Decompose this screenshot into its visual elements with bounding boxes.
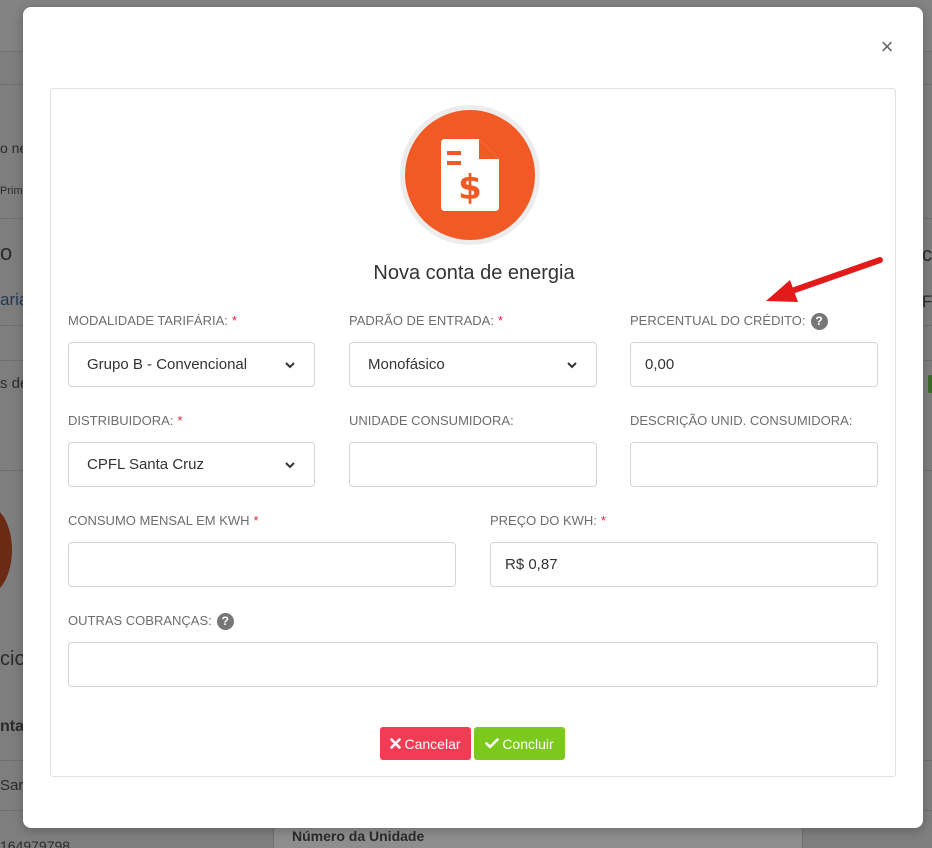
percentual-label-text: PERCENTUAL DO CRÉDITO: (630, 313, 806, 328)
preco-label-text: PREÇO DO KWH: (490, 513, 597, 528)
required-marker: * (177, 413, 183, 428)
outras-label: OUTRAS COBRANÇAS: ? (68, 611, 878, 631)
red-arrow-annotation (766, 257, 883, 302)
padrao-label: PADRÃO DE ENTRADA: * (349, 311, 597, 331)
modalidade-field: MODALIDADE TARIFÁRIA: * Grupo B - Conven… (68, 311, 315, 387)
preco-label: PREÇO DO KWH: * (490, 511, 878, 531)
background-avatar (0, 505, 12, 595)
new-energy-bill-modal: × $ Nova conta de energia MODALIDADE TAR… (23, 7, 923, 828)
distribuidora-field: DISTRIBUIDORA: * CPFL Santa Cruz (68, 411, 315, 487)
required-marker: * (231, 313, 237, 328)
background-text: Sar (0, 777, 24, 794)
preco-value: R$ 0,87 (505, 556, 558, 573)
padrao-label-text: PADRÃO DE ENTRADA: (349, 313, 494, 328)
modalidade-value: Grupo B - Convencional (87, 356, 248, 373)
distribuidora-select[interactable]: CPFL Santa Cruz (68, 442, 315, 487)
background-text: nta (0, 718, 24, 735)
preco-input[interactable]: R$ 0,87 (490, 542, 878, 587)
distribuidora-label-text: DISTRIBUIDORA: (68, 413, 174, 428)
outras-field: OUTRAS COBRANÇAS: ? (68, 611, 878, 687)
background-text: cio (0, 648, 26, 670)
cancel-button[interactable]: Cancelar (380, 727, 471, 760)
percentual-value: 0,00 (645, 356, 675, 373)
preco-field: PREÇO DO KWH: * R$ 0,87 (490, 511, 878, 587)
header-icon-ring: $ (400, 105, 540, 245)
form-card: $ Nova conta de energia MODALIDADE TARIF… (50, 88, 896, 777)
unidade-input[interactable] (349, 442, 597, 487)
chevron-down-icon (285, 361, 295, 368)
background-text: c (922, 244, 932, 266)
help-icon[interactable]: ? (216, 612, 234, 630)
cancel-button-label: Cancelar (404, 735, 461, 752)
required-marker: * (253, 513, 259, 528)
outras-label-text: OUTRAS COBRANÇAS: (68, 613, 212, 628)
unidade-label: UNIDADE CONSUMIDORA: (349, 411, 597, 431)
background-badge (928, 375, 932, 393)
required-marker: * (600, 513, 606, 528)
confirm-button-label: Concluir (502, 735, 554, 752)
required-marker: * (497, 313, 504, 328)
background-text: F (922, 292, 932, 311)
modalidade-select[interactable]: Grupo B - Convencional (68, 342, 315, 387)
unidade-field: UNIDADE CONSUMIDORA: (349, 411, 597, 487)
consumo-label: CONSUMO MENSAL EM KWH * (68, 511, 456, 531)
percentual-input[interactable]: 0,00 (630, 342, 878, 387)
background-panel: Número da Unidade (273, 826, 803, 848)
descricao-label-text: DESCRIÇÃO UNID. CONSUMIDORA: (630, 413, 853, 428)
percentual-label: PERCENTUAL DO CRÉDITO: ? (630, 311, 878, 331)
padrao-field: PADRÃO DE ENTRADA: * Monofásico (349, 311, 597, 387)
background-text: 164979798 (0, 838, 71, 848)
help-icon[interactable]: ? (810, 312, 828, 330)
outras-input[interactable] (68, 642, 878, 687)
close-icon (390, 738, 402, 749)
unidade-label-text: UNIDADE CONSUMIDORA: (349, 413, 514, 428)
percentual-field: PERCENTUAL DO CRÉDITO: ? 0,00 (630, 311, 878, 387)
padrao-select[interactable]: Monofásico (349, 342, 597, 387)
consumo-label-text: CONSUMO MENSAL EM KWH (68, 513, 250, 528)
check-icon (485, 738, 500, 749)
modalidade-label-text: MODALIDADE TARIFÁRIA: (68, 313, 228, 328)
descricao-input[interactable] (630, 442, 878, 487)
invoice-dollar-icon: $ (405, 110, 535, 240)
chevron-down-icon (567, 361, 577, 368)
close-button[interactable]: × (877, 36, 897, 58)
background-text: o (0, 240, 13, 265)
descricao-field: DESCRIÇÃO UNID. CONSUMIDORA: (630, 411, 878, 487)
consumo-input[interactable] (68, 542, 456, 587)
padrao-value: Monofásico (368, 356, 445, 373)
confirm-button[interactable]: Concluir (474, 727, 565, 760)
modalidade-label: MODALIDADE TARIFÁRIA: * (68, 311, 315, 331)
chevron-down-icon (285, 461, 295, 468)
consumo-field: CONSUMO MENSAL EM KWH * (68, 511, 456, 587)
distribuidora-label: DISTRIBUIDORA: * (68, 411, 315, 431)
distribuidora-value: CPFL Santa Cruz (87, 456, 204, 473)
svg-text:$: $ (458, 168, 482, 208)
descricao-label: DESCRIÇÃO UNID. CONSUMIDORA: (630, 411, 878, 431)
background-text: Número da Unidade (292, 828, 425, 844)
